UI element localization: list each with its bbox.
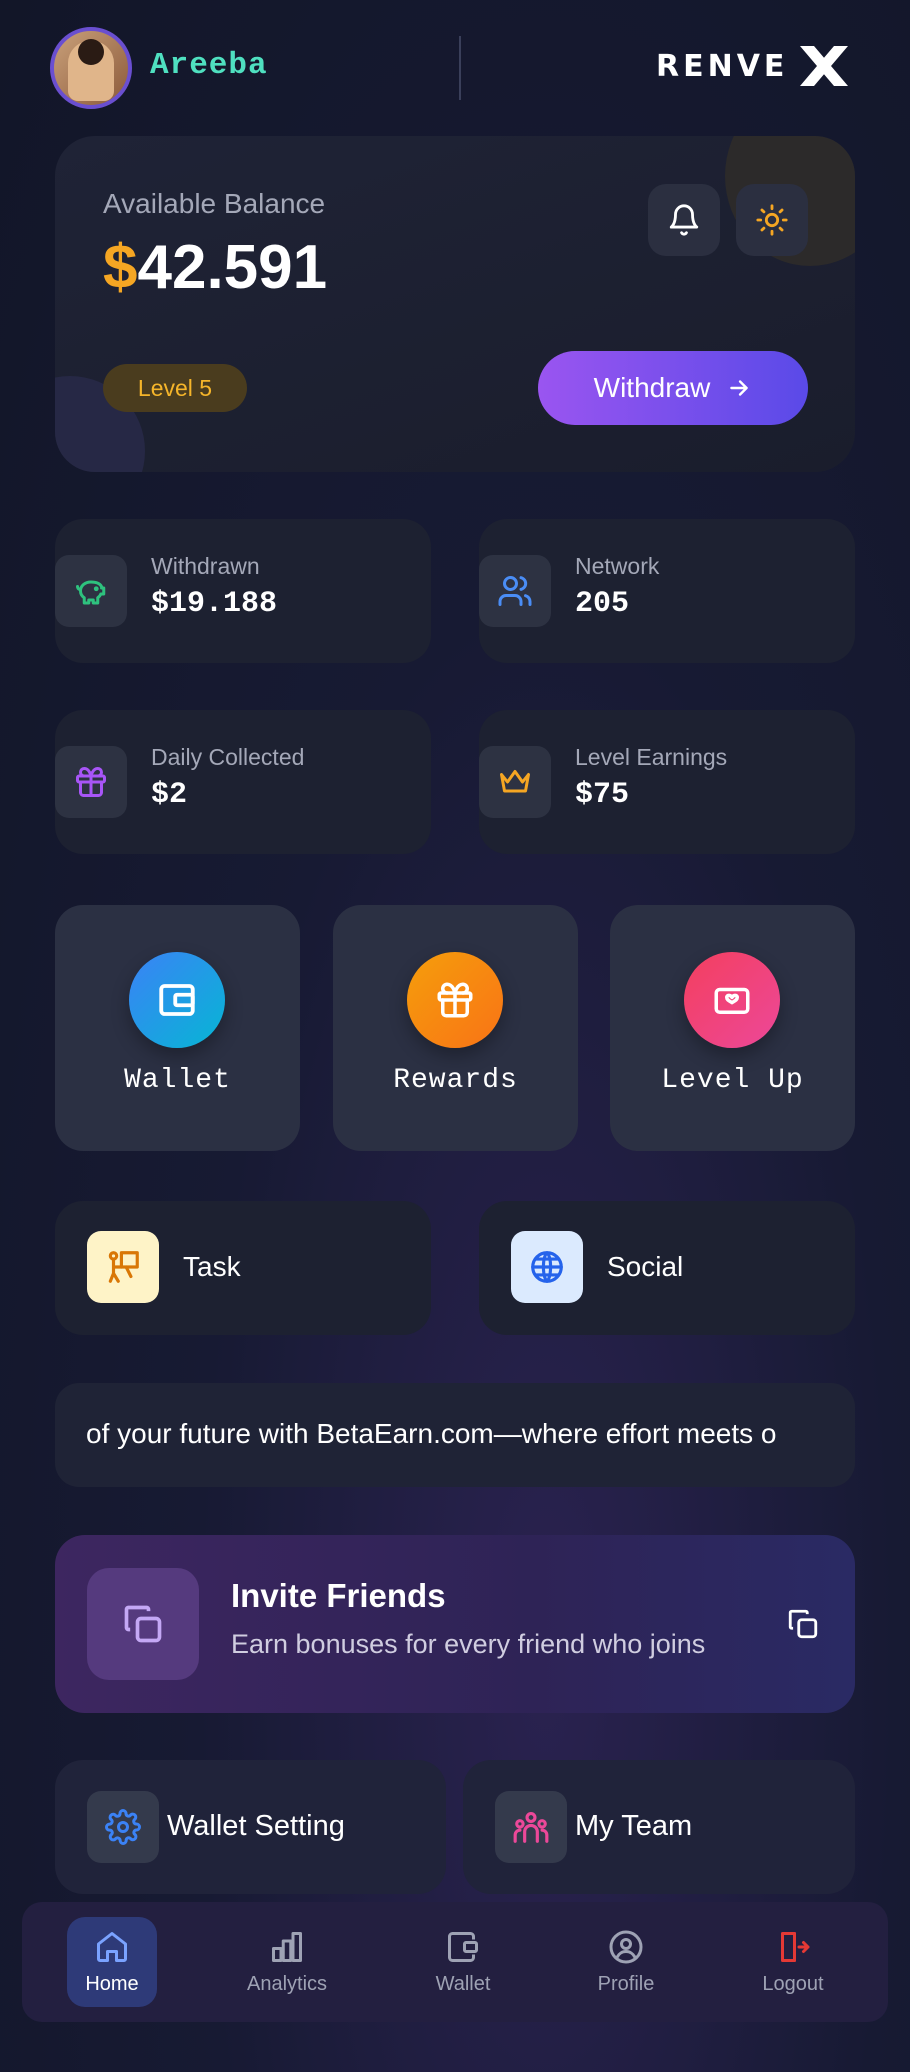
nav-analytics[interactable]: Analytics (242, 1917, 332, 2007)
quick-action-label: Wallet (124, 1065, 231, 1096)
nav-wallet[interactable]: Wallet (418, 1917, 508, 2007)
bar-chart-icon (269, 1925, 305, 1969)
social-link[interactable]: Social (479, 1201, 855, 1335)
brand-logo: RENVE (656, 44, 850, 88)
copy-icon (87, 1568, 199, 1680)
theme-toggle-button[interactable] (736, 184, 808, 256)
withdraw-button[interactable]: Withdraw (538, 351, 808, 425)
avatar[interactable] (50, 27, 132, 109)
bottom-navigation: Home Analytics Wallet Profile Logout (22, 1902, 888, 2022)
quick-action-level-up[interactable]: Level Up (610, 905, 855, 1151)
nav-label: Wallet (435, 1973, 491, 1995)
nav-label: Profile (597, 1973, 655, 1995)
stat-value: $19.188 (151, 587, 278, 621)
my-team-link[interactable]: My Team (463, 1760, 855, 1894)
stat-daily-collected: Daily Collected $2 (55, 710, 431, 854)
stat-value: $75 (575, 778, 630, 812)
stat-value: $2 (151, 778, 188, 812)
quick-action-rewards[interactable]: Rewards (333, 905, 578, 1151)
gift-icon (407, 952, 503, 1048)
team-icon (495, 1791, 567, 1863)
users-icon (479, 555, 551, 627)
social-label: Social (607, 1251, 684, 1282)
level-badge: Level 5 (103, 364, 247, 412)
nav-logout[interactable]: Logout (748, 1917, 838, 2007)
wallet-icon (445, 1925, 481, 1969)
stat-network: Network 205 (479, 519, 855, 663)
nav-home[interactable]: Home (67, 1917, 157, 2007)
piggy-bank-icon (55, 555, 127, 627)
balance-card: Available Balance $42.591 Level 5 Withdr… (55, 136, 855, 472)
header-divider (459, 36, 461, 100)
bell-icon (669, 204, 699, 236)
user-circle-icon (608, 1925, 644, 1969)
logout-icon (775, 1925, 811, 1969)
nav-profile[interactable]: Profile (581, 1917, 671, 2007)
app-header: Areeba RENVE (0, 0, 910, 136)
balance-amount: $42.591 (103, 232, 327, 303)
invite-subtitle: Earn bonuses for every friend who joins (231, 1629, 706, 1659)
invite-title: Invite Friends (231, 1577, 446, 1614)
copy-icon (788, 1609, 818, 1639)
stat-level-earnings: Level Earnings $75 (479, 710, 855, 854)
wallet-setting-label: Wallet Setting (167, 1810, 345, 1842)
stat-label: Withdrawn (151, 553, 260, 579)
username: Areeba (150, 48, 268, 83)
nav-label: Home (85, 1973, 139, 1995)
balance-value: 42.591 (137, 233, 328, 302)
arrow-right-icon (730, 380, 749, 396)
stat-value: 205 (575, 587, 630, 621)
crown-icon (479, 746, 551, 818)
x-logo-icon (800, 46, 849, 86)
invite-friends-card[interactable]: Invite Friends Earn bonuses for every fr… (55, 1535, 855, 1713)
announcement-ticker: of your future with BetaEarn.com—where e… (55, 1383, 855, 1487)
currency-symbol: $ (103, 233, 138, 302)
copy-link-button[interactable] (786, 1607, 820, 1646)
notifications-button[interactable] (648, 184, 720, 256)
logo-text: RENVE (656, 48, 789, 84)
stat-label: Network (575, 553, 660, 579)
presentation-icon (87, 1231, 159, 1303)
stat-withdrawn: Withdrawn $19.188 (55, 519, 431, 663)
withdraw-label: Withdraw (593, 372, 711, 403)
wallet-icon (129, 952, 225, 1048)
stat-label: Level Earnings (575, 744, 728, 770)
my-team-label: My Team (575, 1810, 693, 1842)
task-label: Task (183, 1251, 241, 1282)
quick-action-wallet[interactable]: Wallet (55, 905, 300, 1151)
ticket-icon (684, 952, 780, 1048)
nav-label: Logout (762, 1973, 824, 1995)
quick-action-label: Level Up (661, 1065, 804, 1096)
wallet-setting-link[interactable]: Wallet Setting (55, 1760, 446, 1894)
nav-label: Analytics (246, 1973, 328, 1995)
gift-icon (55, 746, 127, 818)
home-icon (94, 1925, 130, 1969)
globe-icon (511, 1231, 583, 1303)
balance-label: Available Balance (103, 188, 326, 219)
quick-action-label: Rewards (393, 1065, 518, 1096)
ticker-text: of your future with BetaEarn.com—where e… (86, 1418, 777, 1449)
sun-icon (756, 204, 788, 236)
stat-label: Daily Collected (151, 744, 305, 770)
task-link[interactable]: Task (55, 1201, 431, 1335)
gear-icon (87, 1791, 159, 1863)
